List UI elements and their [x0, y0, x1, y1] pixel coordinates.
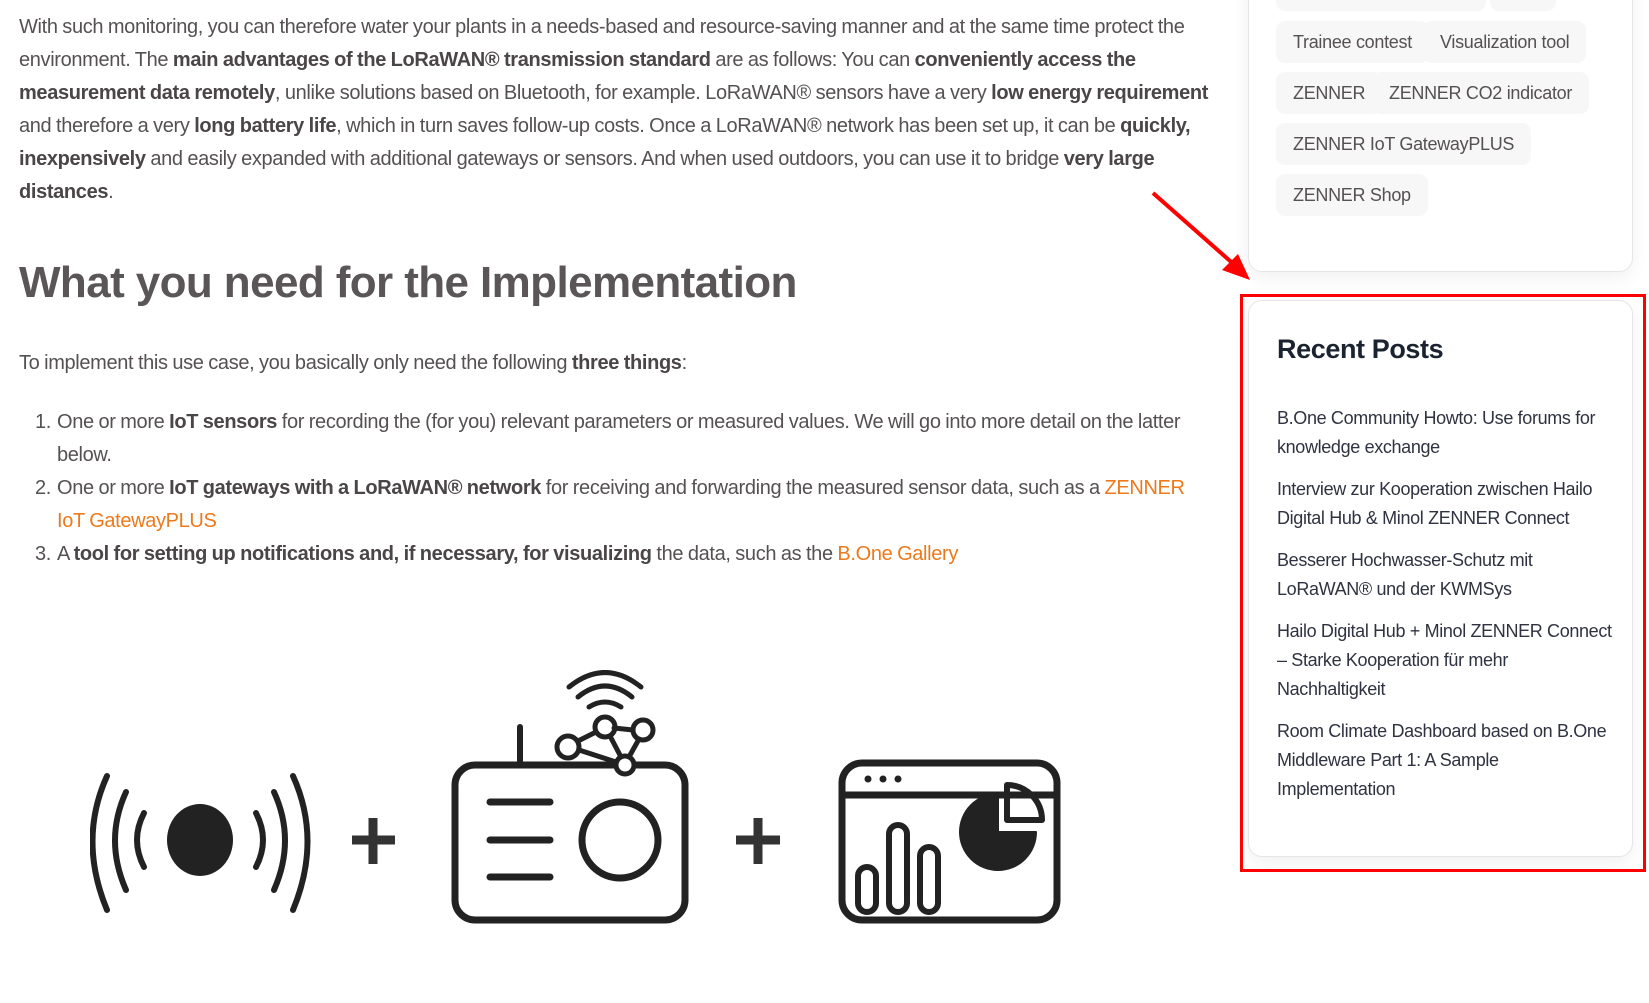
intro-suffix: :	[681, 352, 688, 374]
tag-visualization-tool[interactable]: Visualization tool	[1423, 21, 1587, 63]
plus-icon	[352, 818, 395, 864]
requirement-item: 1. One or more IoT sensors for recording…	[19, 406, 1209, 472]
recent-post-link[interactable]: Besserer Hochwasser-Schutz mit LoRaWAN® …	[1277, 546, 1617, 604]
plus-icon	[736, 818, 780, 864]
dashboard-icon	[838, 759, 1061, 924]
tag-link[interactable]	[1490, 0, 1556, 11]
intro-text: To implement this use case, you basicall…	[19, 352, 572, 374]
requirement-item: 2. One or more IoT gateways with a LoRaW…	[19, 472, 1209, 538]
requirement-item: 3. A tool for setting up notifications a…	[19, 538, 1209, 571]
recent-post-link[interactable]: B.One Community Howto: Use forums for kn…	[1277, 404, 1617, 462]
item-prefix: One or more	[57, 411, 170, 433]
gateway-icon	[451, 670, 689, 924]
bold-phrase: main advantages of the LoRaWAN® transmis…	[172, 49, 711, 71]
recent-post-link[interactable]: Hailo Digital Hub + Minol ZENNER Connect…	[1277, 617, 1617, 704]
tag-zenner-iot-gatewayplus[interactable]: ZENNER IoT GatewayPLUS	[1276, 123, 1532, 165]
network-signal-icon	[554, 670, 656, 777]
item-number: 3.	[35, 543, 51, 565]
item-number: 1.	[35, 411, 51, 433]
recent-post-link[interactable]: Interview zur Kooperation zwischen Hailo…	[1277, 475, 1617, 533]
sensor-icon	[90, 773, 311, 913]
item-prefix: One or more	[57, 477, 170, 499]
text-run: and therefore a very	[19, 115, 195, 137]
intro-bold: three things	[571, 352, 682, 374]
recent-posts-title: Recent Posts	[1277, 334, 1444, 364]
item-bold: tool for setting up notifications and, i…	[73, 543, 652, 565]
tag-trainee-contest[interactable]: Trainee contest	[1276, 21, 1429, 63]
tags-widget: Trainee contest Visualization tool ZENNE…	[1248, 0, 1633, 272]
bone-gallery-link[interactable]: B.One Gallery	[837, 543, 958, 565]
intro-paragraph: To implement this use case, you basicall…	[19, 347, 687, 380]
recent-posts-widget: Recent Posts B.One Community Howto: Use …	[1248, 300, 1633, 857]
item-text: One or more IoT sensors for recording th…	[57, 406, 1209, 472]
item-suffix: for receiving and forwarding the measure…	[541, 477, 1105, 499]
bold-phrase: long battery life	[194, 115, 337, 137]
text-run: are as follows: You can	[710, 49, 915, 71]
requirements-list: 1. One or more IoT sensors for recording…	[19, 406, 1209, 571]
article-body: With such monitoring, you can therefore …	[19, 11, 1209, 209]
bold-phrase: low energy requirement	[991, 82, 1209, 104]
tag-zenner-co2-indicator[interactable]: ZENNER CO2 indicator	[1372, 72, 1590, 114]
text-run: and easily expanded with additional gate…	[145, 148, 1064, 170]
item-prefix: A	[57, 543, 74, 565]
text-run: , which in turn saves follow-up costs. O…	[336, 115, 1121, 137]
advantages-paragraph: With such monitoring, you can therefore …	[19, 11, 1209, 209]
item-suffix: the data, such as the	[651, 543, 838, 565]
tag-zenner[interactable]: ZENNER	[1276, 72, 1383, 114]
tag-zenner-shop[interactable]: ZENNER Shop	[1276, 174, 1428, 216]
item-text: One or more IoT gateways with a LoRaWAN®…	[57, 472, 1209, 538]
text-run: , unlike solutions based on Bluetooth, f…	[274, 82, 992, 104]
item-bold: IoT gateways with a LoRaWAN® network	[169, 477, 542, 499]
recent-post-link[interactable]: Room Climate Dashboard based on B.One Mi…	[1277, 717, 1617, 804]
item-bold: IoT sensors	[169, 411, 278, 433]
item-number: 2.	[35, 477, 51, 499]
item-text: A tool for setting up notifications and,…	[57, 538, 1209, 571]
section-heading: What you need for the Implementation	[19, 258, 797, 307]
text-run: .	[108, 181, 114, 203]
recent-posts-list: B.One Community Howto: Use forums for kn…	[1277, 404, 1617, 817]
tag-link[interactable]	[1276, 0, 1486, 11]
iot-setup-illustration	[90, 670, 1061, 924]
